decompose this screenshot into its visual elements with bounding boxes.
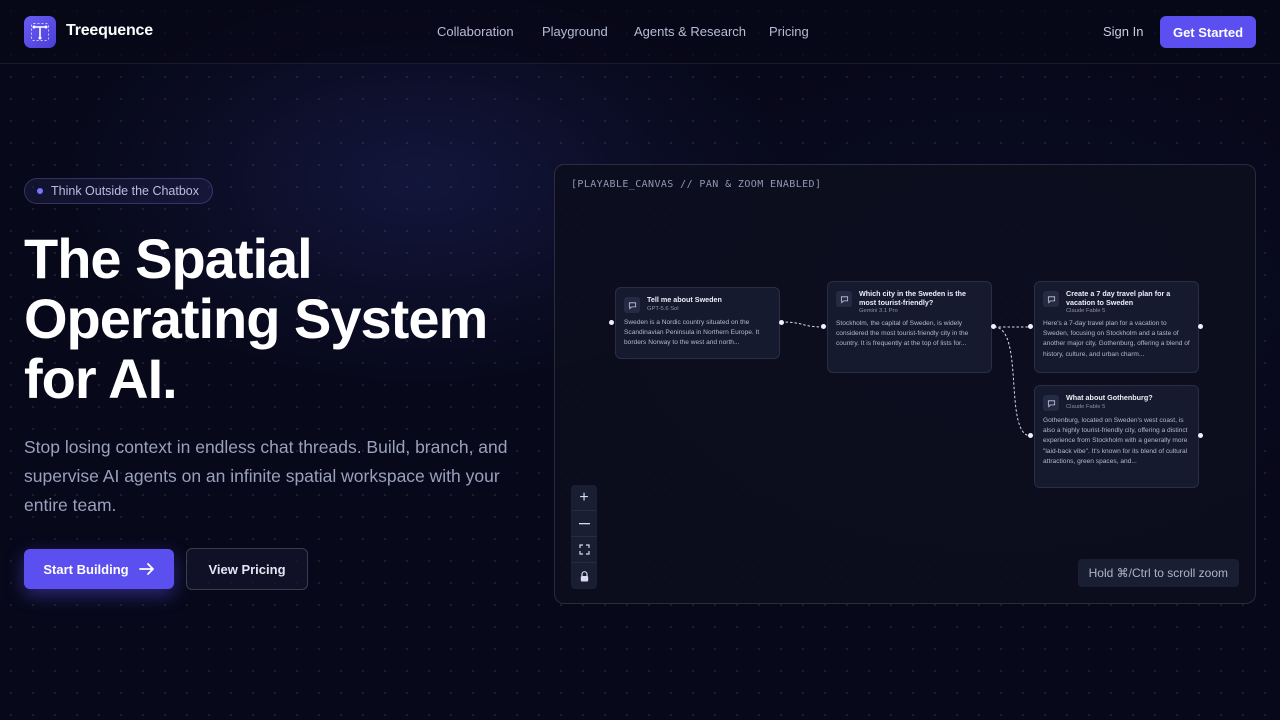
view-pricing-button[interactable]: View Pricing [186,548,308,590]
start-building-label: Start Building [43,561,129,577]
badge-label: Think Outside the Chatbox [51,184,199,198]
minus-icon[interactable] [571,511,597,537]
hero-title: The Spatial Operating System for AI. [24,229,544,409]
zoom-controls: + [571,485,597,589]
card-model: GPT-5.6 Sol [647,305,679,312]
fit-view-icon[interactable] [571,537,597,563]
zoom-hint: Hold ⌘/Ctrl to scroll zoom [1077,559,1239,587]
card-3-output-port[interactable] [1198,324,1203,329]
hero-title-line-3: for AI. [24,347,178,410]
card-3-input-port[interactable] [1028,324,1033,329]
card-1-input-port[interactable] [609,320,614,325]
card-body: Gothenburg, located on Sweden's west coa… [1043,417,1188,465]
chat-bubble-icon [624,297,640,313]
card-body: Stockholm, the capital of Sweden, is wid… [836,320,969,348]
hero-title-line-2: Operating System [24,287,488,350]
wire-2-4 [993,326,1032,437]
top-navbar: Treequence Collaboration Playground Agen… [0,0,1280,64]
card-model: Gemini 3.1 Pro [859,308,898,314]
hero-subtitle: Stop losing context in endless chat thre… [24,437,508,515]
card-4-input-port[interactable] [1028,433,1033,438]
card-1-output-port[interactable] [779,320,784,325]
nav-link-collaboration[interactable]: Collaboration [437,24,514,39]
nav-link-playground[interactable]: Playground [542,24,608,39]
wire-1-2 [780,321,825,328]
chat-bubble-icon [1043,291,1059,307]
nav-link-agents-research[interactable]: Agents & Research [634,24,746,39]
sign-in-link[interactable]: Sign In [1103,24,1143,39]
nav-links: Collaboration Playground Agents & Resear… [0,0,1280,64]
chat-bubble-icon [1043,395,1059,411]
start-building-button[interactable]: Start Building [24,549,174,589]
hero-title-line-1: The Spatial [24,227,313,290]
badge-dot-icon [37,188,43,194]
card-title: Create a 7 day travel plan for a vacatio… [1066,289,1171,307]
card-model: Claude Fable 5 [1066,403,1106,410]
card-title: What about Gothenburg? [1066,393,1153,402]
card-2-input-port[interactable] [821,324,826,329]
chat-bubble-icon [836,291,852,307]
lock-icon[interactable] [571,563,597,589]
card-title: Tell me about Sweden [647,295,722,304]
card-body: Here's a 7-day travel plan for a vacatio… [1043,320,1190,358]
card-body: Sweden is a Nordic country situated on t… [624,319,760,347]
card-2-output-port[interactable] [991,324,996,329]
arrow-right-icon [138,563,154,575]
node-card-4[interactable]: What about Gothenburg? Claude Fable 5 Go… [1034,385,1199,488]
get-started-button[interactable]: Get Started [1160,16,1256,48]
card-4-output-port[interactable] [1198,433,1203,438]
node-card-3[interactable]: Create a 7 day travel plan for a vacatio… [1034,281,1199,373]
node-card-1[interactable]: Tell me about Sweden GPT-5.6 Sol Sweden … [615,287,780,359]
playable-canvas[interactable]: [PLAYABLE_CANVAS // PAN & ZOOM ENABLED] … [554,164,1256,604]
nav-link-pricing[interactable]: Pricing [769,24,809,39]
node-card-2[interactable]: Which city in the Sweden is the most tou… [827,281,992,373]
card-model: Claude Fable 5 [1066,308,1106,314]
card-title: Which city in the Sweden is the most tou… [859,289,967,307]
hero-badge: Think Outside the Chatbox [24,178,213,204]
plus-icon[interactable]: + [571,485,597,511]
